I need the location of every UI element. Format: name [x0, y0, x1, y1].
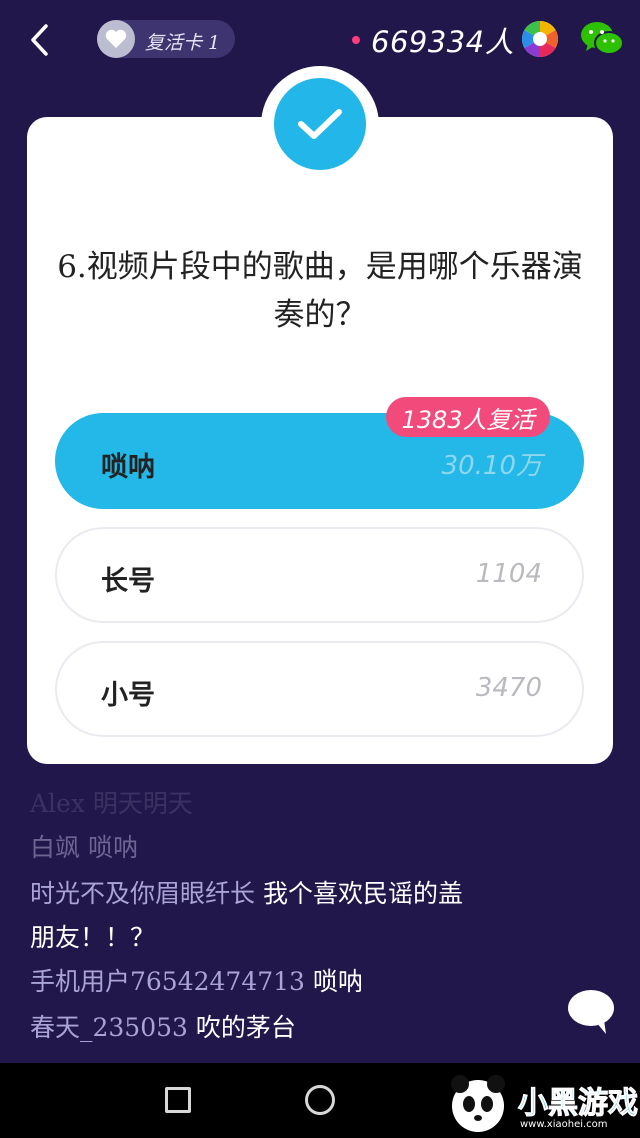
- comment-user: 手机用户76542474713: [30, 967, 305, 996]
- watermark-url: www.xiaohei.com: [520, 1119, 608, 1130]
- comment-text: 吹的茅台: [187, 1013, 296, 1042]
- comment-item: 白飒 唢呐: [30, 828, 138, 864]
- comment-item: 时光不及你眉眼纤长 我个喜欢民谣的盖: [30, 874, 463, 910]
- live-dot-icon: [352, 36, 360, 44]
- viewer-count: 669334人: [371, 25, 515, 59]
- option-count: 3470: [475, 673, 542, 703]
- question-text: 6.视频片段中的歌曲，是用哪个乐器演奏的？: [57, 249, 583, 333]
- comment-user: 白飒 唢呐: [30, 833, 138, 862]
- option-2[interactable]: 长号 1104: [55, 527, 584, 623]
- option-count: 1104: [475, 559, 542, 589]
- option-count: 30.10万: [441, 451, 542, 481]
- checkmark-icon: [274, 78, 366, 170]
- option-label: 长号: [101, 566, 155, 597]
- recent-apps-icon[interactable]: [165, 1087, 191, 1113]
- revive-card-label: 复活卡 1: [145, 32, 221, 54]
- option-label: 唢呐: [101, 452, 155, 483]
- comment-item: 春天_235053 吹的茅台: [30, 1008, 296, 1044]
- back-arrow-icon[interactable]: [26, 22, 56, 58]
- comment-item: 朋友！！？: [30, 918, 155, 954]
- comment-user: 春天_235053: [30, 1013, 188, 1042]
- chat-bubble-icon[interactable]: [566, 988, 616, 1036]
- option-label: 小号: [101, 680, 155, 711]
- comment-user: Alex 明天明天: [30, 789, 193, 818]
- watermark-text: 小黑游戏: [518, 1086, 639, 1122]
- comment-text: 唢呐: [304, 967, 363, 996]
- wechat-icon[interactable]: [580, 20, 624, 58]
- home-icon[interactable]: [305, 1085, 335, 1115]
- option-3[interactable]: 小号 3470: [55, 641, 584, 737]
- comment-text: 我个喜欢民谣的盖: [255, 879, 463, 908]
- revive-card-pill[interactable]: 复活卡 1: [97, 20, 235, 58]
- camera-aperture-icon[interactable]: [521, 20, 559, 58]
- comment-item: Alex 明天明天: [30, 784, 193, 820]
- heart-icon: [97, 20, 135, 58]
- revive-count-badge: 1383人复活: [386, 397, 550, 437]
- comment-item: 手机用户76542474713 唢呐: [30, 962, 363, 998]
- comment-user: 时光不及你眉眼纤长: [30, 879, 256, 908]
- comment-text: 朋友！！？: [30, 923, 156, 952]
